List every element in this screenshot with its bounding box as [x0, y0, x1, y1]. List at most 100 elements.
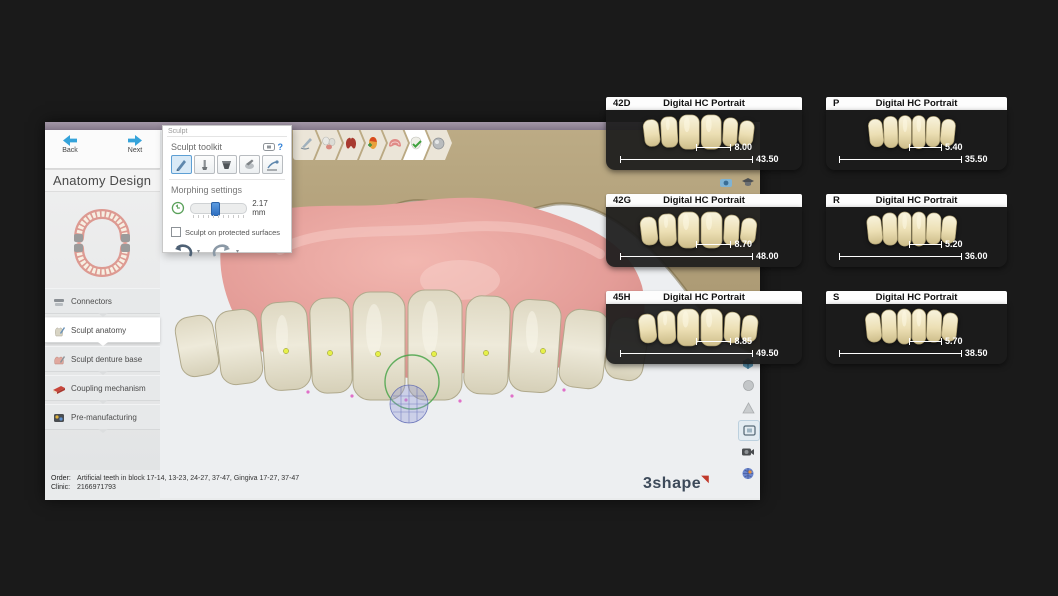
clinic-label: Clinic: — [51, 483, 77, 492]
set-width-ruler: 49.50 — [620, 350, 753, 357]
order-status-text: Order:Artificial teeth in block 17-14, 1… — [51, 474, 299, 492]
workflow-steps-list: Connectors Sculpt anatomy Sculpt denture… — [45, 288, 160, 433]
card-series-title: Digital HC Portrait — [606, 292, 802, 303]
reset-radius-icon[interactable] — [171, 201, 185, 215]
sidebar-item-coupling-mechanism[interactable]: Coupling mechanism — [45, 375, 160, 401]
slider-ticks — [193, 215, 245, 218]
set-width-ruler: 36.00 — [839, 253, 962, 260]
cap-tool-icon[interactable] — [738, 172, 758, 191]
next-arrow-icon — [128, 135, 142, 146]
next-label: Next — [112, 147, 158, 154]
clipping-plane-icon[interactable] — [738, 398, 758, 417]
order-value: Artificial teeth in block 17-14, 13-23, … — [77, 475, 299, 482]
sidebar-item-pre-manufacturing[interactable]: Pre-manufacturing — [45, 404, 160, 430]
card-body: 8.85 49.50 — [606, 304, 802, 364]
coupling-mechanism-icon — [52, 382, 66, 394]
redo-dropdown-caret[interactable]: ▾ — [236, 248, 239, 255]
step-label: Pre-manufacturing — [71, 413, 137, 422]
back-arrow-icon — [63, 135, 77, 146]
card-body: 8.00 43.50 — [606, 110, 802, 170]
workflow-sidebar: Back Next Anatomy Design — [45, 130, 160, 470]
card-body: 5.40 35.50 — [826, 110, 1007, 170]
undo-dropdown-caret[interactable]: ▾ — [197, 248, 200, 255]
tooth-width-ruler: 8.85 — [696, 338, 731, 345]
desktop-background: Back Next Anatomy Design — [0, 0, 1058, 596]
dental-arch-overview-chart — [63, 196, 141, 288]
set-width-ruler: 43.50 — [620, 156, 753, 163]
order-label: Order: — [51, 474, 77, 483]
morphing-settings-title: Morphing settings — [169, 180, 285, 199]
connectors-icon — [52, 295, 66, 307]
checkbox-label: Sculpt on protected surfaces — [185, 228, 280, 237]
tooth-width-ruler: 5.70 — [909, 338, 942, 345]
tooth-width-ruler: 5.20 — [909, 241, 942, 248]
globe-annotation-icon[interactable] — [738, 464, 758, 483]
help-icon[interactable]: ? — [278, 142, 284, 152]
undo-button[interactable] — [173, 244, 193, 258]
tooth-width-ruler: 5.40 — [909, 144, 942, 151]
tool-smooth-button[interactable] — [239, 155, 260, 174]
logo-triangle-icon: ◥ — [701, 474, 709, 485]
sidebar-item-connectors[interactable]: Connectors — [45, 288, 160, 314]
workflow-step-sculpt-icon[interactable] — [293, 130, 320, 160]
tooth-width-ruler: 8.00 — [696, 144, 731, 151]
sculpt-toolkit-title: Sculpt toolkit — [171, 142, 222, 152]
card-body: 8.70 48.00 — [606, 207, 802, 267]
sculpt-tool-panel[interactable]: Sculpt Sculpt toolkit ? — [162, 125, 292, 253]
threeshape-logo: 3shape◥ — [643, 475, 709, 493]
card-body: 5.70 38.50 — [826, 304, 1007, 364]
sphere-view-icon[interactable] — [738, 376, 758, 395]
tool-wax-knife-button[interactable] — [171, 155, 192, 174]
sculpt-denture-base-icon — [52, 353, 66, 365]
card-header: R Digital HC Portrait — [826, 194, 1007, 207]
panel-pin-icon[interactable] — [263, 143, 275, 151]
card-series-title: Digital HC Portrait — [606, 195, 802, 206]
brush-size-value: 2.17 mm — [252, 199, 283, 217]
sidebar-item-sculpt-anatomy[interactable]: Sculpt anatomy — [45, 317, 160, 343]
mould-card-45h[interactable]: 45H Digital HC Portrait 8.85 49.50 — [606, 291, 802, 364]
mould-card-42d[interactable]: 42D Digital HC Portrait 8.00 43.50 — [606, 97, 802, 170]
sidebar-item-sculpt-denture-base[interactable]: Sculpt denture base — [45, 346, 160, 372]
tooth-width-ruler: 8.70 — [696, 241, 731, 248]
mould-card-p[interactable]: P Digital HC Portrait 5.40 35.50 — [826, 97, 1007, 170]
camera-icon[interactable] — [738, 442, 758, 461]
tool-morph-button[interactable] — [262, 155, 283, 174]
group-visibility-icon[interactable] — [716, 172, 736, 191]
tool-remove-material-button[interactable] — [217, 155, 238, 174]
screenshot-frame-icon[interactable] — [738, 420, 760, 441]
slider-handle[interactable] — [211, 202, 220, 216]
workflow-toolbar — [293, 130, 452, 160]
mould-card-s[interactable]: S Digital HC Portrait 5.70 38.50 — [826, 291, 1007, 364]
step-label: Sculpt denture base — [71, 355, 142, 364]
card-series-title: Digital HC Portrait — [826, 98, 1007, 109]
sculpt-anatomy-icon — [52, 324, 66, 336]
set-width-ruler: 38.50 — [839, 350, 962, 357]
set-width-ruler: 35.50 — [839, 156, 962, 163]
sculpt-protected-surfaces-checkbox[interactable] — [171, 227, 181, 237]
next-button[interactable]: Next — [112, 133, 158, 165]
card-header: P Digital HC Portrait — [826, 97, 1007, 110]
step-label: Connectors — [71, 297, 112, 306]
card-header: S Digital HC Portrait — [826, 291, 1007, 304]
sculpt-tools — [169, 155, 285, 180]
back-label: Back — [47, 147, 93, 154]
sculpt-panel-title: Sculpt — [163, 126, 291, 136]
card-header: 42G Digital HC Portrait — [606, 194, 802, 207]
pre-manufacturing-icon — [52, 411, 66, 423]
back-button[interactable]: Back — [47, 133, 93, 165]
card-series-title: Digital HC Portrait — [826, 195, 1007, 206]
brush-size-slider[interactable] — [190, 203, 247, 214]
card-body: 5.20 36.00 — [826, 207, 1007, 267]
mould-card-42g[interactable]: 42G Digital HC Portrait 8.70 48.00 — [606, 194, 802, 267]
card-header: 45H Digital HC Portrait — [606, 291, 802, 304]
nav-bar: Back Next — [45, 130, 160, 169]
mould-card-r[interactable]: R Digital HC Portrait 5.20 36.00 — [826, 194, 1007, 267]
step-label: Coupling mechanism — [71, 384, 146, 393]
clinic-value: 2166971793 — [77, 484, 116, 491]
card-header: 42D Digital HC Portrait — [606, 97, 802, 110]
redo-button[interactable] — [212, 244, 232, 258]
tool-add-material-button[interactable] — [194, 155, 215, 174]
page-title: Anatomy Design — [45, 170, 160, 192]
card-series-title: Digital HC Portrait — [826, 292, 1007, 303]
step-label: Sculpt anatomy — [71, 326, 126, 335]
